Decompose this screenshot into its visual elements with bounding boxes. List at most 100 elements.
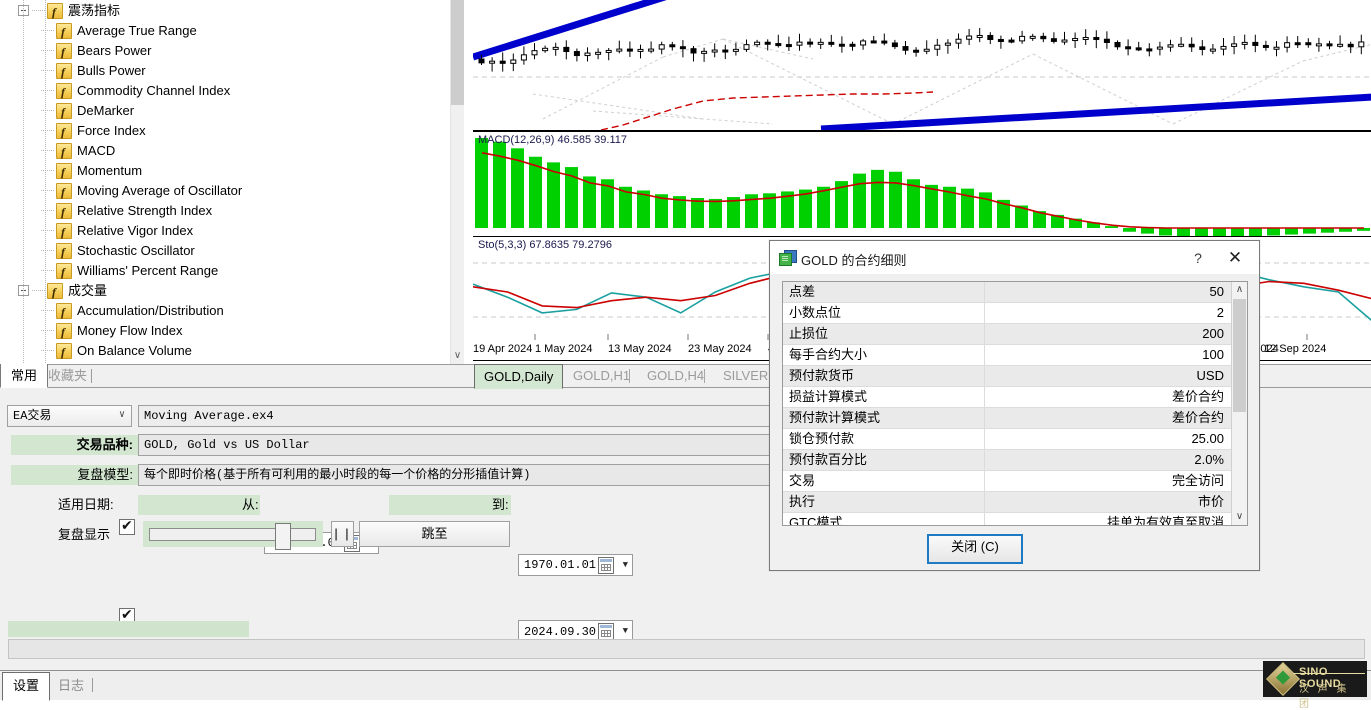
navigator-scrollbar[interactable]: ∨ [450,0,464,364]
tree-group-1[interactable]: 震荡指标 [0,0,452,22]
spec-row[interactable]: 止损位 200 [783,324,1232,345]
chart-pane-macd[interactable]: MACD(12,26,9) 46.585 39.117 [473,131,1371,238]
contract-specification-dialog[interactable]: GOLD 的合约细则 ? ✕ 点差 50 小数点位 2 止损位 200 每手合约大小 100 预… [769,240,1260,571]
tree-item[interactable]: Relative Strength Index [0,200,452,222]
help-icon[interactable]: ? [1185,247,1211,269]
dialog-scrollbar[interactable]: ∧ ∨ [1231,282,1247,525]
scroll-down-icon[interactable]: ∨ [1232,509,1247,525]
spec-row[interactable]: 点差 50 [783,282,1232,303]
tree-connector [41,210,55,212]
tree-item[interactable]: Average True Range [0,20,452,42]
close-icon[interactable]: ✕ [1221,247,1249,269]
dialog-scrollbar-thumb[interactable] [1233,299,1246,412]
spec-row[interactable]: 预付款百分比 2.0% [783,450,1232,471]
chevron-down-icon: ∨ [118,410,125,421]
navigator-tab-1[interactable]: 常用 [0,364,49,388]
spec-row[interactable]: 交易 完全访问 [783,471,1232,492]
tree-item[interactable]: DeMarker [0,100,452,122]
ea-mode-select[interactable]: EA交易 ∨ [7,405,132,427]
chevron-down-icon[interactable]: ∨ [451,348,464,364]
spec-row[interactable]: 预付款计算模式 差价合约 [783,408,1232,429]
chart-pane-price[interactable] [473,0,1371,131]
spec-key: 预付款货币 [789,368,855,383]
spec-column-separator [984,282,985,302]
tree-item[interactable]: Williams' Percent Range [0,260,452,282]
navigator-tabs[interactable]: 常用 收藏夹 [0,364,470,388]
to-date-input[interactable]: 1970.01.01 ▼ [518,554,633,576]
spec-row[interactable]: 小数点位 2 [783,303,1232,324]
spec-row[interactable]: 每手合约大小 100 [783,345,1232,366]
macd-chart-svg [475,138,1370,237]
tree-connector [41,150,55,152]
axis-tick-label: 12 Sep 2024 [1264,343,1327,355]
navigator-panel: 震荡指标 Average True Range Bears Power Bulls P… [0,0,470,364]
calendar-icon[interactable] [598,623,614,640]
tree-item-label: Relative Strength Index [77,202,213,218]
tree-group-label: 成交量 [68,282,108,298]
pause-button[interactable]: | | [331,521,354,547]
close-button[interactable]: 关闭 (C) [927,534,1023,564]
function-icon [56,62,72,82]
tree-connector [41,70,55,72]
scroll-up-icon[interactable]: ∧ [1232,282,1247,298]
chart-tab-3[interactable]: GOLD,H4 [638,365,713,387]
tree-item[interactable]: Force Index [0,120,452,142]
tree-group-2[interactable]: 成交量 [0,280,452,302]
tree-connector [41,350,55,352]
bottom-tab-1[interactable]: 设置 [2,672,51,701]
spec-key: 小数点位 [789,305,842,320]
calendar-icon[interactable] [598,557,614,574]
indicator-tree[interactable]: 震荡指标 Average True Range Bears Power Bulls P… [0,0,452,364]
tree-item[interactable]: Relative Vigor Index [0,220,452,242]
spec-value: 差价合约 [1171,389,1224,404]
spec-value: 2 [1216,305,1224,320]
tree-connector [41,50,55,52]
tree-item-label: Momentum [77,162,143,178]
function-icon [47,282,63,302]
bottom-tab-2[interactable]: 日志 [48,673,94,698]
skip-to-button[interactable]: 跳至 [359,521,510,547]
spec-row[interactable]: GTC模式 挂单为有效直至取消 [783,513,1232,525]
tester-bottom-tabs[interactable]: 设置 日志 [0,670,1371,701]
spec-column-separator [984,492,985,512]
spec-column-separator [984,408,985,428]
date-range-checkbox[interactable] [119,517,135,535]
dialog-titlebar[interactable]: GOLD 的合约细则 ? ✕ [770,241,1259,274]
tree-group-label: 震荡指标 [68,2,121,18]
tree-item[interactable]: Commodity Channel Index [0,80,452,102]
tree-item[interactable]: MACD [0,140,452,162]
spec-row[interactable]: 执行 市价 [783,492,1232,513]
function-icon [56,82,72,102]
spec-value: 50 [1209,284,1224,299]
tree-item[interactable]: Stochastic Oscillator [0,240,452,262]
chevron-down-icon[interactable]: ▼ [623,555,628,575]
spec-value: 市价 [1197,494,1224,509]
spec-key: 损益计算模式 [789,389,868,404]
spec-row[interactable]: 预付款货币 USD [783,366,1232,387]
tree-item[interactable]: Money Flow Index [0,320,452,342]
spec-column-separator [984,324,985,344]
tree-item[interactable]: Moving Average of Oscillator [0,180,452,202]
spec-row[interactable]: 损益计算模式 差价合约 [783,387,1232,408]
speed-slider-thumb[interactable] [275,523,291,550]
chart-tab-1[interactable]: GOLD,Daily [474,364,564,389]
spec-column-separator [984,345,985,365]
spec-column-separator [984,366,985,386]
tree-item[interactable]: Momentum [0,160,452,182]
tree-item[interactable]: Bulls Power [0,60,452,82]
navigator-scrollbar-thumb[interactable] [451,0,464,105]
tree-item-label: Commodity Channel Index [77,82,231,98]
chevron-down-icon[interactable]: ▼ [623,621,628,641]
spec-column-separator [984,387,985,407]
tree-item[interactable]: On Balance Volume [0,340,452,362]
ea-mode-value: EA交易 [13,409,52,423]
spec-row[interactable]: 锁仓预付款 25.00 [783,429,1232,450]
tree-item[interactable]: Bears Power [0,40,452,62]
function-icon [56,162,72,182]
function-icon [56,342,72,362]
tree-item[interactable]: Accumulation/Distribution [0,300,452,322]
chart-tab-2[interactable]: GOLD,H1 [564,365,639,387]
speed-slider[interactable] [149,523,316,550]
function-icon [56,122,72,142]
contract-spec-list[interactable]: 点差 50 小数点位 2 止损位 200 每手合约大小 100 预付款货币 USD 损益计算模式 差价… [783,282,1232,525]
